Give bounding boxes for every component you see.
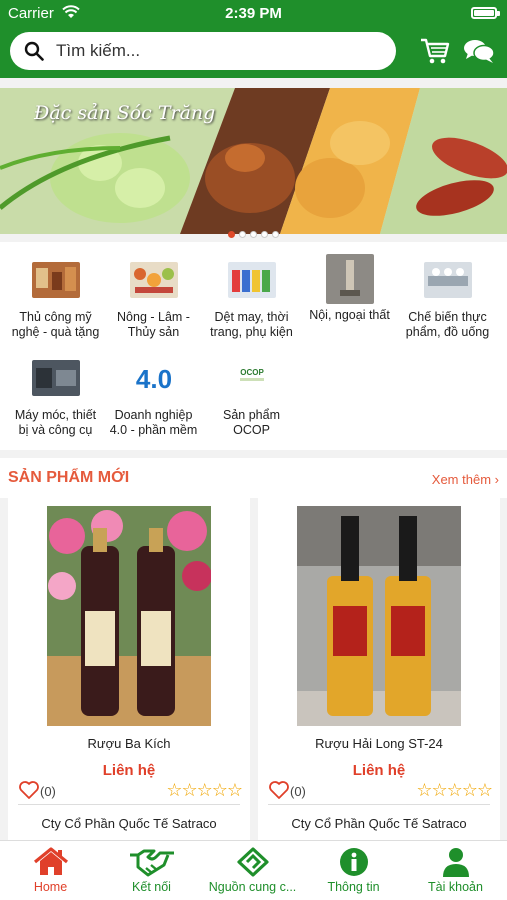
like-count: (0) — [290, 784, 306, 799]
search-icon — [24, 41, 44, 61]
tab-label: Tài khoản — [428, 880, 483, 894]
seller-name: Cty Cổ Phần Quốc Tế Satraco — [41, 816, 217, 831]
like-count: (0) — [40, 784, 56, 799]
heart-icon[interactable] — [18, 780, 40, 800]
tab-connect[interactable]: Kết nối — [101, 847, 202, 894]
carousel-dot[interactable] — [228, 231, 235, 238]
category-label: Máy móc, thiết bị và công cụ — [14, 408, 97, 437]
carousel-indicator[interactable] — [0, 225, 507, 238]
ocop-logo: OCOP — [227, 360, 276, 396]
app-header: Carrier 2:39 PM — [0, 0, 507, 78]
category-label: Dệt may, thời trang, phụ kiện — [210, 310, 293, 339]
divider — [268, 804, 490, 805]
search-input[interactable] — [56, 32, 376, 70]
svg-text:4.0: 4.0 — [135, 364, 171, 394]
category-thumbnail — [31, 262, 80, 298]
handshake-icon — [129, 849, 174, 877]
tab-label: Thông tin — [327, 880, 380, 894]
cart-icon[interactable] — [420, 37, 450, 65]
chat-icon[interactable] — [463, 38, 495, 64]
tab-label: Home — [33, 880, 68, 894]
status-bar: Carrier 2:39 PM — [0, 0, 507, 26]
category-furniture[interactable]: Nội, ngoại thất — [299, 254, 400, 323]
banner-title: Đặc sản Sóc Trăng — [34, 102, 216, 124]
seller-name: Cty Cổ Phần Quốc Tế Satraco — [291, 816, 467, 831]
category-label: Thủ công mỹ nghệ - quà tặng — [11, 310, 100, 339]
tab-label: Nguồn cung c... — [208, 880, 297, 894]
category-textile[interactable]: Dệt may, thời trang, phụ kiện — [201, 262, 302, 340]
tab-account[interactable]: Tài khoản — [405, 847, 506, 894]
see-more-label: Xem thêm — [431, 472, 492, 487]
svg-text:OCOP: OCOP — [240, 368, 264, 377]
category-label: Chế biến thực phẩm, đồ uống — [405, 310, 490, 339]
supply-icon — [236, 847, 269, 877]
category-thumbnail — [423, 262, 472, 298]
category-agriculture[interactable]: Nông - Lâm - Thủy sản — [103, 262, 204, 340]
chevron-right-icon: › — [494, 472, 499, 487]
product-image — [47, 506, 211, 726]
category-thumbnail — [325, 254, 374, 304]
section-title: SẢN PHẨM MỚI — [8, 469, 130, 486]
tab-supply[interactable]: Nguồn cung c... — [202, 847, 303, 894]
product-name: Rượu Ba Kích — [87, 736, 171, 751]
see-more-link[interactable]: Xem thêm › — [432, 472, 499, 487]
tab-info[interactable]: Thông tin — [303, 847, 404, 894]
product-name: Rượu Hải Long ST-24 — [315, 736, 443, 751]
category-machinery[interactable]: Máy móc, thiết bị và công cụ — [5, 360, 106, 438]
category-thumbnail — [129, 262, 178, 298]
promo-banner[interactable]: Đặc sản Sóc Trăng — [0, 88, 507, 234]
search-bar[interactable] — [10, 32, 396, 70]
category-label: Sản phẩm OCOP — [223, 408, 280, 437]
category-thumbnail — [31, 360, 80, 396]
category-thumbnail — [227, 262, 276, 298]
new-products-header: SẢN PHẨM MỚI Xem thêm › — [0, 458, 507, 498]
category-grid: Thủ công mỹ nghệ - quà tặng Nông - Lâm -… — [0, 242, 507, 450]
info-icon — [339, 848, 368, 876]
star-rating: ☆☆☆☆☆ — [416, 780, 493, 800]
product-image — [297, 506, 461, 726]
star-rating: ☆☆☆☆☆ — [166, 780, 243, 800]
category-food-processing[interactable]: Chế biến thực phẩm, đồ uống — [397, 262, 498, 340]
industry-4-logo: 4.0 — [129, 360, 178, 396]
carousel-dot[interactable] — [261, 231, 268, 238]
product-list: Rượu Ba Kích Liên hệ (0) ☆☆☆☆☆ Cty Cổ Ph… — [0, 498, 507, 840]
category-label: Nông - Lâm - Thủy sản — [117, 310, 190, 339]
product-card[interactable]: Rượu Ba Kích Liên hệ (0) ☆☆☆☆☆ Cty Cổ Ph… — [8, 498, 250, 840]
product-price: Liên hệ — [352, 762, 406, 779]
category-industry-4[interactable]: 4.0 Doanh nghiệp 4.0 - phần mềm — [103, 360, 204, 438]
product-card[interactable]: Rượu Hải Long ST-24 Liên hệ (0) ☆☆☆☆☆ Ct… — [258, 498, 500, 840]
category-handicraft[interactable]: Thủ công mỹ nghệ - quà tặng — [5, 262, 106, 340]
category-label: Doanh nghiệp 4.0 - phần mềm — [109, 408, 198, 437]
tab-label: Kết nối — [132, 880, 171, 894]
battery-icon — [471, 7, 500, 19]
tab-home[interactable]: Home — [0, 847, 101, 894]
clock: 2:39 PM — [225, 5, 282, 22]
product-price: Liên hệ — [102, 762, 156, 779]
carousel-dot[interactable] — [272, 231, 279, 238]
account-icon — [442, 848, 469, 877]
category-label: Nội, ngoại thất — [309, 308, 390, 322]
heart-icon[interactable] — [268, 780, 290, 800]
divider — [18, 804, 240, 805]
carousel-dot[interactable] — [239, 231, 246, 238]
home-icon — [33, 847, 68, 875]
carousel-dot[interactable] — [250, 231, 257, 238]
category-ocop[interactable]: OCOP Sản phẩm OCOP — [201, 360, 302, 438]
bottom-tab-bar: Home Kết nối Nguồn cung c... Thông tin T… — [0, 840, 507, 900]
